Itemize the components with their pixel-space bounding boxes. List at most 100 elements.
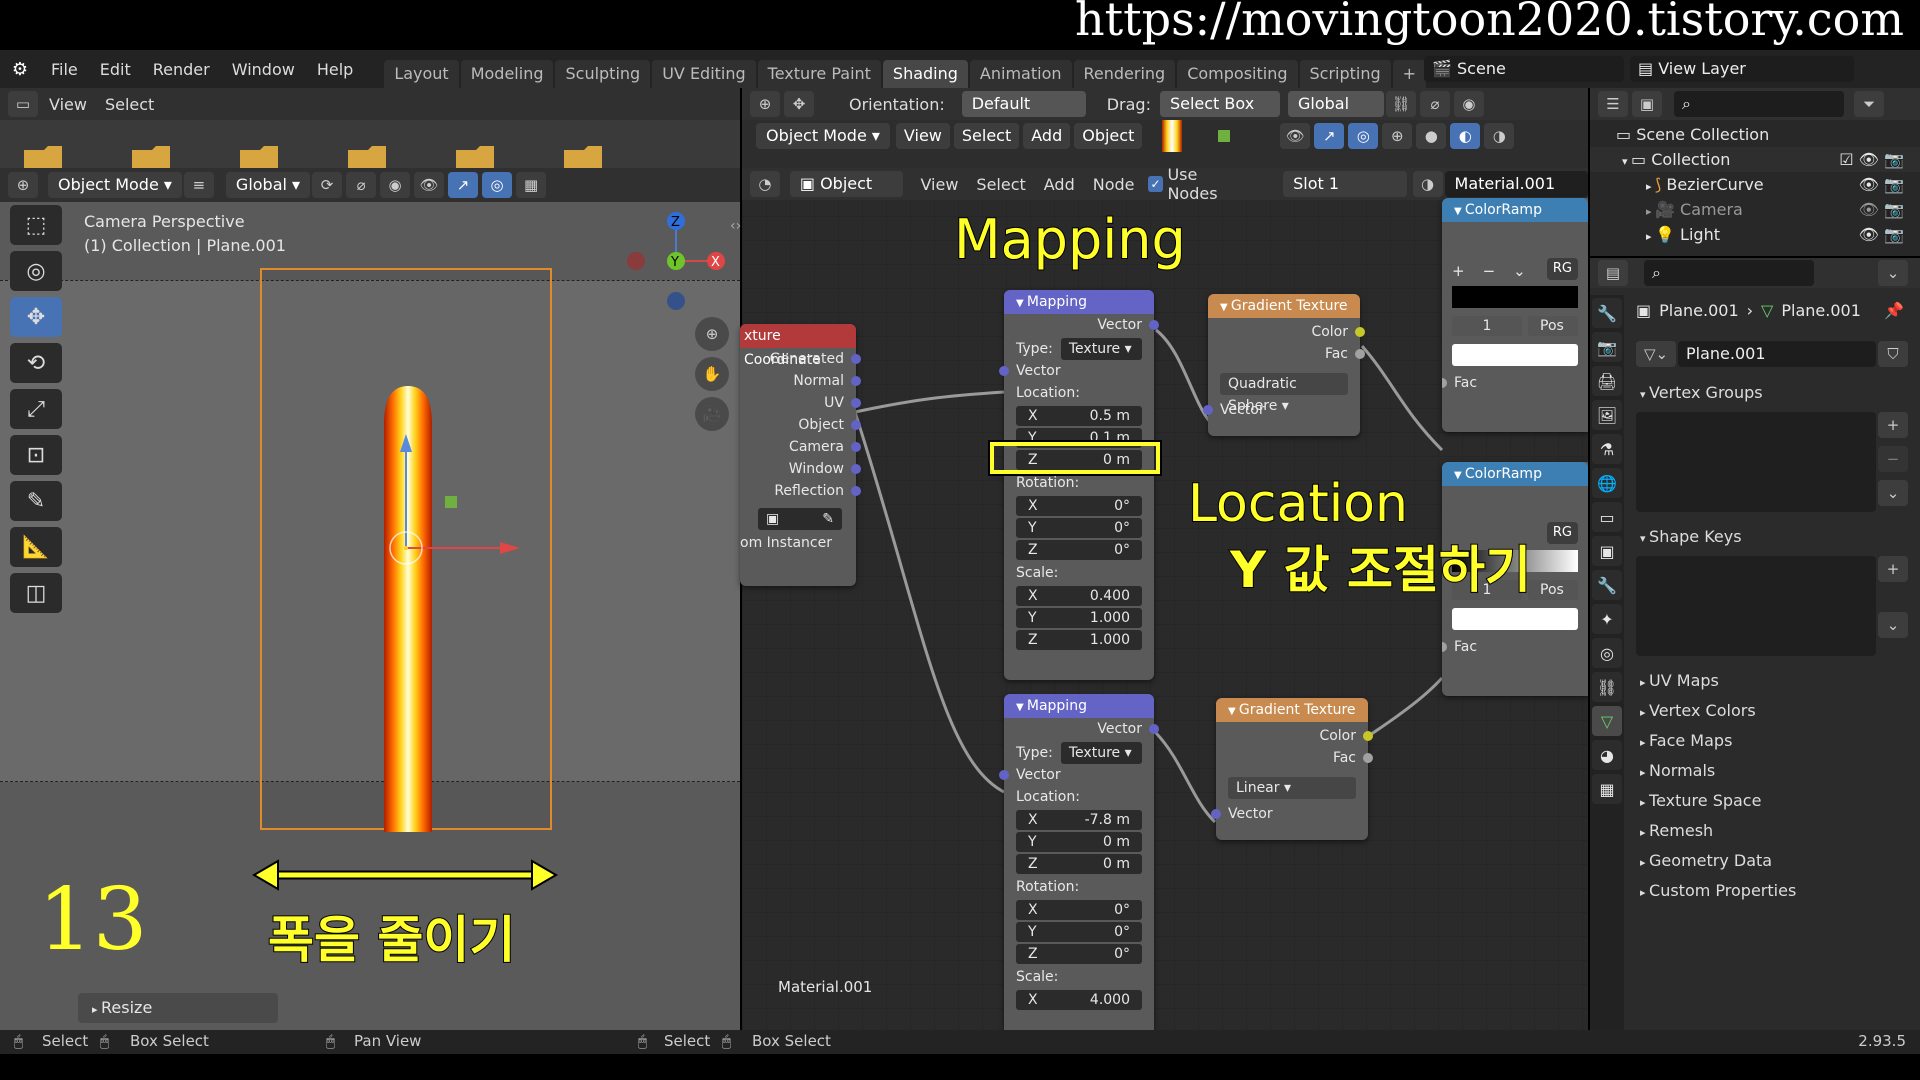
vertex-group-remove-button[interactable]: − xyxy=(1878,446,1908,472)
grad1-color-socket[interactable] xyxy=(1355,327,1365,337)
socket-uv[interactable] xyxy=(851,398,861,408)
transform-orientation-dropdown[interactable]: Global ▾ xyxy=(225,172,311,198)
vertex-groups-list[interactable] xyxy=(1636,412,1876,512)
mapping2-rot-z[interactable]: Z 0° xyxy=(1016,944,1142,964)
xray-icon[interactable]: ▦ xyxy=(516,172,547,198)
editor-type-3d-icon[interactable]: ⊕ xyxy=(8,172,38,198)
view-layer-selector[interactable]: ▤ View Layer xyxy=(1630,56,1854,82)
shader-type-dropdown[interactable]: ▣ Object xyxy=(789,171,904,197)
eyedropper-icon[interactable]: ✎ xyxy=(822,508,834,530)
image-mode-dropdown[interactable]: Object Mode ▾ xyxy=(756,123,890,149)
ramp1-pos-field[interactable]: Pos xyxy=(1528,316,1578,336)
light-visibility-icons[interactable]: 👁 📷 xyxy=(1859,222,1904,247)
section-shape-keys[interactable]: ▾ Shape Keys xyxy=(1626,522,1920,552)
properties-options-icon[interactable]: ⌄ xyxy=(1878,260,1908,286)
section-uv-maps[interactable]: ▸ UV Maps xyxy=(1626,666,1920,696)
mapping2-rot-y[interactable]: Y 0° xyxy=(1016,922,1142,942)
tab-sculpting[interactable]: Sculpting xyxy=(555,60,651,88)
ramp1-index-field[interactable]: 1 xyxy=(1452,316,1522,336)
blender-logo-icon[interactable]: ⚙ xyxy=(0,59,40,80)
socket-generated[interactable] xyxy=(851,354,861,364)
breadcrumb-mesh[interactable]: Plane.001 xyxy=(1781,301,1861,320)
editor-type-image-icon[interactable]: ⊕ xyxy=(750,91,780,117)
mapping1-in-socket[interactable] xyxy=(999,366,1009,376)
constraints-tab-icon[interactable]: ⛓ xyxy=(1592,672,1622,702)
grad2-fac-socket[interactable] xyxy=(1363,753,1373,763)
pivot-icon[interactable]: ⟳ xyxy=(312,172,343,198)
outliner-row-light[interactable]: ▸ 💡 Light 👁 📷 xyxy=(1590,222,1920,247)
output-tab-icon[interactable]: 🖨 xyxy=(1592,366,1622,396)
mapping1-type-dropdown[interactable]: Texture ▾ xyxy=(1060,338,1142,360)
camera-visibility-icons[interactable]: 👁 📷 xyxy=(1859,197,1904,222)
cursor-tool[interactable]: ◎ xyxy=(10,251,62,291)
mapping2-out-socket[interactable] xyxy=(1149,724,1159,734)
texture-tab-icon[interactable]: ▦ xyxy=(1592,774,1622,804)
gizmo-up-arrow-icon[interactable] xyxy=(400,434,412,452)
outliner-row-scene-collection[interactable]: ▭ Scene Collection xyxy=(1590,122,1920,147)
tab-compositing[interactable]: Compositing xyxy=(1177,60,1298,88)
socket-window[interactable] xyxy=(851,464,861,474)
move-view-icon[interactable]: ✥ xyxy=(784,91,814,117)
measure-tool[interactable]: 📐 xyxy=(10,527,62,567)
vertex-group-add-button[interactable]: + xyxy=(1878,412,1908,438)
view-layer-tab-icon[interactable]: 🖼 xyxy=(1592,400,1622,430)
node-gradient-texture-1[interactable]: ▼ Gradient Texture Color Fac Quadratic S… xyxy=(1203,294,1365,436)
resize-panel[interactable]: ▸ Resize xyxy=(78,993,278,1023)
add-workspace-button[interactable]: + xyxy=(1392,60,1427,88)
section-normals[interactable]: ▸ Normals xyxy=(1626,756,1920,786)
grad2-vector-socket[interactable] xyxy=(1211,809,1221,819)
ramp1-gradient-bar[interactable] xyxy=(1452,286,1578,308)
scene-tab-icon[interactable]: ⚗ xyxy=(1592,434,1622,464)
transform-tool[interactable]: ⊡ xyxy=(10,435,62,475)
material-name-field[interactable]: Material.001 xyxy=(1444,171,1588,197)
move-gizmo[interactable] xyxy=(360,420,540,600)
image-visibility-icon[interactable]: 👁 xyxy=(1280,123,1311,149)
section-geometry-data[interactable]: ▸ Geometry Data xyxy=(1626,846,1920,876)
collection-visibility-icons[interactable]: ☑ 👁 📷 xyxy=(1839,147,1904,172)
outliner-row-collection[interactable]: ▾ ▭ Collection ☑ 👁 📷 xyxy=(1590,147,1920,172)
node-view-menu[interactable]: View xyxy=(911,175,967,194)
mapping1-scl-z[interactable]: Z 1.000 xyxy=(1016,630,1142,650)
grad1-vector-socket[interactable] xyxy=(1203,405,1213,415)
node-mapping-1[interactable]: ▼ Mapping Vector Type: Texture ▾ Vector L… xyxy=(999,290,1159,680)
menu-edit[interactable]: Edit xyxy=(89,60,142,79)
mapping1-rot-x[interactable]: X 0° xyxy=(1016,496,1142,516)
navigation-gizmo[interactable]: Z X Y xyxy=(620,205,730,315)
grad2-collapse-icon[interactable]: ▼ xyxy=(1228,706,1239,717)
socket-normal[interactable] xyxy=(851,376,861,386)
section-vertex-groups[interactable]: ▾ Vertex Groups xyxy=(1626,378,1920,408)
shape-keys-list[interactable] xyxy=(1636,556,1876,656)
image-object-menu[interactable]: Object xyxy=(1074,123,1143,149)
tab-modeling[interactable]: Modeling xyxy=(460,60,554,88)
outliner-display-mode-icon[interactable]: ▣ xyxy=(1632,91,1662,117)
node-colorramp-1[interactable]: ▼ ColorRamp + − ⌄ RG 1 Pos Fac xyxy=(1442,198,1588,432)
ramp2-collapse-icon[interactable]: ▼ xyxy=(1454,470,1465,481)
render-tab-icon[interactable]: 📷 xyxy=(1592,332,1622,362)
ramp1-color-swatch[interactable] xyxy=(1452,344,1578,366)
ramp2-color-swatch[interactable] xyxy=(1452,608,1578,630)
image-gizmo-icon[interactable]: ↗ xyxy=(1314,123,1345,149)
mapping2-type-dropdown[interactable]: Texture ▾ xyxy=(1060,742,1142,764)
outliner-row-beziercurve[interactable]: ▸ ⟆ BezierCurve 👁 📷 xyxy=(1590,172,1920,197)
fake-user-shield-icon[interactable]: ⛉ xyxy=(1878,341,1908,367)
section-custom-properties[interactable]: ▸ Custom Properties xyxy=(1626,876,1920,906)
mapping2-loc-x[interactable]: X -7.8 m xyxy=(1016,810,1142,830)
menu-file[interactable]: File xyxy=(40,60,89,79)
mapping1-out-socket[interactable] xyxy=(1149,320,1159,330)
mesh-name-field[interactable]: Plane.001 xyxy=(1678,341,1876,367)
file-view-menu[interactable]: View xyxy=(40,95,96,114)
node-add-menu[interactable]: Add xyxy=(1035,175,1084,194)
shape-key-add-button[interactable]: + xyxy=(1878,556,1908,582)
outliner-row-camera[interactable]: ▸ 🎥 Camera 👁 📷 xyxy=(1590,197,1920,222)
section-vertex-colors[interactable]: ▸ Vertex Colors xyxy=(1626,696,1920,726)
annotate-tool[interactable]: ✎ xyxy=(10,481,62,521)
ramp2-pos-field[interactable]: Pos xyxy=(1528,580,1578,600)
vertex-group-menu-button[interactable]: ⌄ xyxy=(1878,480,1908,506)
mapping1-scl-y[interactable]: Y 1.000 xyxy=(1016,608,1142,628)
modifiers-tab-icon[interactable]: 🔧 xyxy=(1592,570,1622,600)
proportional-edit-icon[interactable]: ◉ xyxy=(1453,91,1484,117)
socket-camera[interactable] xyxy=(851,442,861,452)
add-cube-tool[interactable]: ◫ xyxy=(10,573,62,613)
menu-render[interactable]: Render xyxy=(142,60,221,79)
node-gradient-texture-2[interactable]: ▼ Gradient Texture Color Fac Linear ▾ Ve… xyxy=(1211,698,1373,840)
